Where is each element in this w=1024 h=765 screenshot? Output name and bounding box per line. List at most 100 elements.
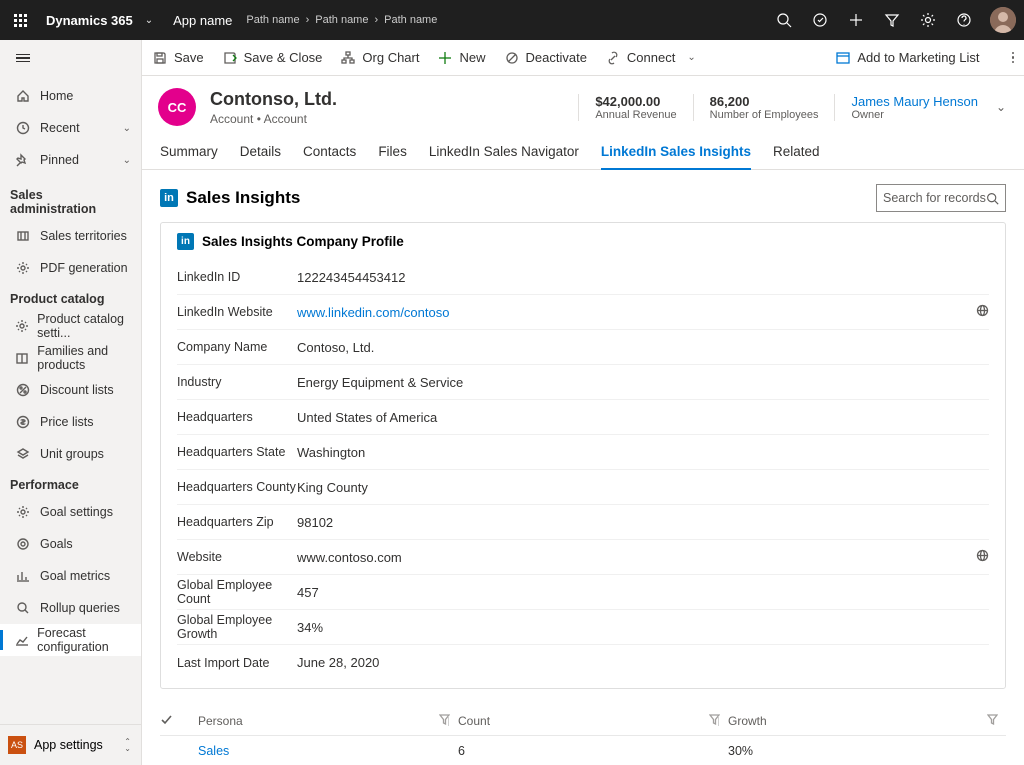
field-row: Headquarters Zip98102 xyxy=(177,505,989,540)
sidebar-toggle[interactable] xyxy=(0,40,141,76)
field-label: Global Employee Growth xyxy=(177,613,297,641)
percent-icon xyxy=(14,383,32,397)
product-name[interactable]: Dynamics 365 xyxy=(40,13,139,28)
field-row: Headquarters CountyKing County xyxy=(177,470,989,505)
header-actions xyxy=(766,0,1024,40)
connect-button[interactable]: Connect xyxy=(605,50,675,66)
target-icon xyxy=(14,537,32,551)
field-value: 34% xyxy=(297,620,989,635)
clock-icon xyxy=(14,121,32,135)
filter-icon[interactable] xyxy=(874,0,910,40)
field-label: Headquarters Zip xyxy=(177,515,297,529)
field-row: Company NameContoso, Ltd. xyxy=(177,330,989,365)
user-avatar[interactable] xyxy=(990,7,1016,33)
add-to-marketing-list-button[interactable]: Add to Marketing List xyxy=(835,50,979,66)
list-icon xyxy=(835,50,851,66)
app-settings-label: App settings xyxy=(34,738,103,752)
link-icon xyxy=(605,50,621,66)
tab-files[interactable]: Files xyxy=(378,138,407,169)
chevron-down-icon[interactable]: ⌄ xyxy=(687,52,695,63)
select-all-checkbox[interactable] xyxy=(160,713,198,729)
globe-icon[interactable] xyxy=(976,304,989,320)
org-chart-button[interactable]: Org Chart xyxy=(340,50,419,66)
globe-icon[interactable] xyxy=(976,549,989,565)
new-button[interactable]: New xyxy=(437,50,485,66)
sidebar-item-price-lists[interactable]: Price lists xyxy=(0,406,141,438)
save-button[interactable]: Save xyxy=(152,50,204,66)
stat-employees: 86,200 Number of Employees xyxy=(693,94,819,121)
tab-related[interactable]: Related xyxy=(773,138,820,169)
saveclose-icon xyxy=(222,50,238,66)
chart-icon xyxy=(14,569,32,583)
breadcrumb-item[interactable]: Path name xyxy=(384,14,437,26)
save-close-button[interactable]: Save & Close xyxy=(222,50,323,66)
col-growth[interactable]: Growth xyxy=(728,714,1006,728)
breadcrumb-item[interactable]: Path name xyxy=(246,14,299,26)
search-records-input[interactable]: Search for records xyxy=(876,184,1006,212)
grid-header: Persona Count Growth xyxy=(160,707,1006,736)
stat-owner: James Maury Henson Owner xyxy=(834,94,977,121)
gear-icon[interactable] xyxy=(910,0,946,40)
sidebar-item-goal-settings[interactable]: Goal settings xyxy=(0,496,141,528)
tab-linkedin-sales-insights[interactable]: LinkedIn Sales Insights xyxy=(601,138,751,169)
deactivate-button[interactable]: Deactivate xyxy=(504,50,587,66)
sidebar-item-forecast-configuration[interactable]: Forecast configuration xyxy=(0,624,141,656)
field-row: Websitewww.contoso.com xyxy=(177,540,989,575)
col-persona[interactable]: Persona xyxy=(198,714,458,728)
plus-icon[interactable] xyxy=(838,0,874,40)
field-value[interactable]: www.linkedin.com/contoso xyxy=(297,305,976,320)
sidebar-item-rollup-queries[interactable]: Rollup queries xyxy=(0,592,141,624)
sidebar: HomeRecent⌄Pinned⌄ Sales administrationS… xyxy=(0,40,142,765)
field-value: Unted States of America xyxy=(297,410,989,425)
field-value: Energy Equipment & Service xyxy=(297,375,989,390)
linkedin-icon: in xyxy=(160,189,178,207)
app-settings-switcher[interactable]: AS App settings ⌃⌄ xyxy=(0,725,141,765)
box-icon xyxy=(14,351,29,365)
table-row[interactable]: Sales630% xyxy=(160,736,1006,765)
field-label: LinkedIn ID xyxy=(177,270,297,284)
col-count[interactable]: Count xyxy=(458,714,728,728)
breadcrumb: Path name› Path name› Path name xyxy=(246,14,766,26)
task-icon[interactable] xyxy=(802,0,838,40)
help-icon[interactable] xyxy=(946,0,982,40)
tab-details[interactable]: Details xyxy=(240,138,281,169)
sidebar-item-goal-metrics[interactable]: Goal metrics xyxy=(0,560,141,592)
field-value: 122243454453412 xyxy=(297,270,989,285)
sidebar-item-families-and-products[interactable]: Families and products xyxy=(0,342,141,374)
sidebar-item-product-catalog-setti-[interactable]: Product catalog setti... xyxy=(0,310,141,342)
field-label: Website xyxy=(177,550,297,564)
gear-icon xyxy=(14,505,32,519)
command-bar: Save Save & Close Org Chart New Deactivate Co… xyxy=(142,40,1024,76)
sidebar-item-goals[interactable]: Goals xyxy=(0,528,141,560)
more-commands-icon[interactable] xyxy=(1012,52,1015,64)
chevron-down-icon[interactable]: ⌄ xyxy=(139,15,159,26)
row-persona[interactable]: Sales xyxy=(198,744,458,758)
sidebar-item-recent[interactable]: Recent⌄ xyxy=(0,112,141,144)
sidebar-group-title: Performace xyxy=(0,470,141,496)
sidebar-item-pdf-generation[interactable]: PDF generation xyxy=(0,252,141,284)
sidebar-item-discount-lists[interactable]: Discount lists xyxy=(0,374,141,406)
tab-contacts[interactable]: Contacts xyxy=(303,138,356,169)
gear-icon xyxy=(14,261,32,275)
search-icon[interactable] xyxy=(766,0,802,40)
tab-summary[interactable]: Summary xyxy=(160,138,218,169)
linkedin-icon: in xyxy=(177,233,194,250)
sidebar-group-title: Product catalog xyxy=(0,284,141,310)
sidebar-item-sales-territories[interactable]: Sales territories xyxy=(0,220,141,252)
record-subtitle: Account • Account xyxy=(210,112,337,126)
field-value: 98102 xyxy=(297,515,989,530)
sidebar-item-home[interactable]: Home xyxy=(0,80,141,112)
sidebar-item-unit-groups[interactable]: Unit groups xyxy=(0,438,141,470)
expand-button[interactable]: ⌄ xyxy=(996,100,1006,114)
sidebar-item-pinned[interactable]: Pinned⌄ xyxy=(0,144,141,176)
section-title: Sales Insights xyxy=(186,188,300,208)
app-launcher[interactable] xyxy=(0,14,40,27)
field-row: IndustryEnergy Equipment & Service xyxy=(177,365,989,400)
tab-linkedin-sales-navigator[interactable]: LinkedIn Sales Navigator xyxy=(429,138,579,169)
row-growth: 30% xyxy=(728,744,1006,758)
field-value: Washington xyxy=(297,445,989,460)
filter-icon[interactable] xyxy=(987,714,998,728)
field-label: Headquarters County xyxy=(177,480,297,494)
main: Save Save & Close Org Chart New Deactivate Co… xyxy=(142,40,1024,765)
breadcrumb-item[interactable]: Path name xyxy=(315,14,368,26)
